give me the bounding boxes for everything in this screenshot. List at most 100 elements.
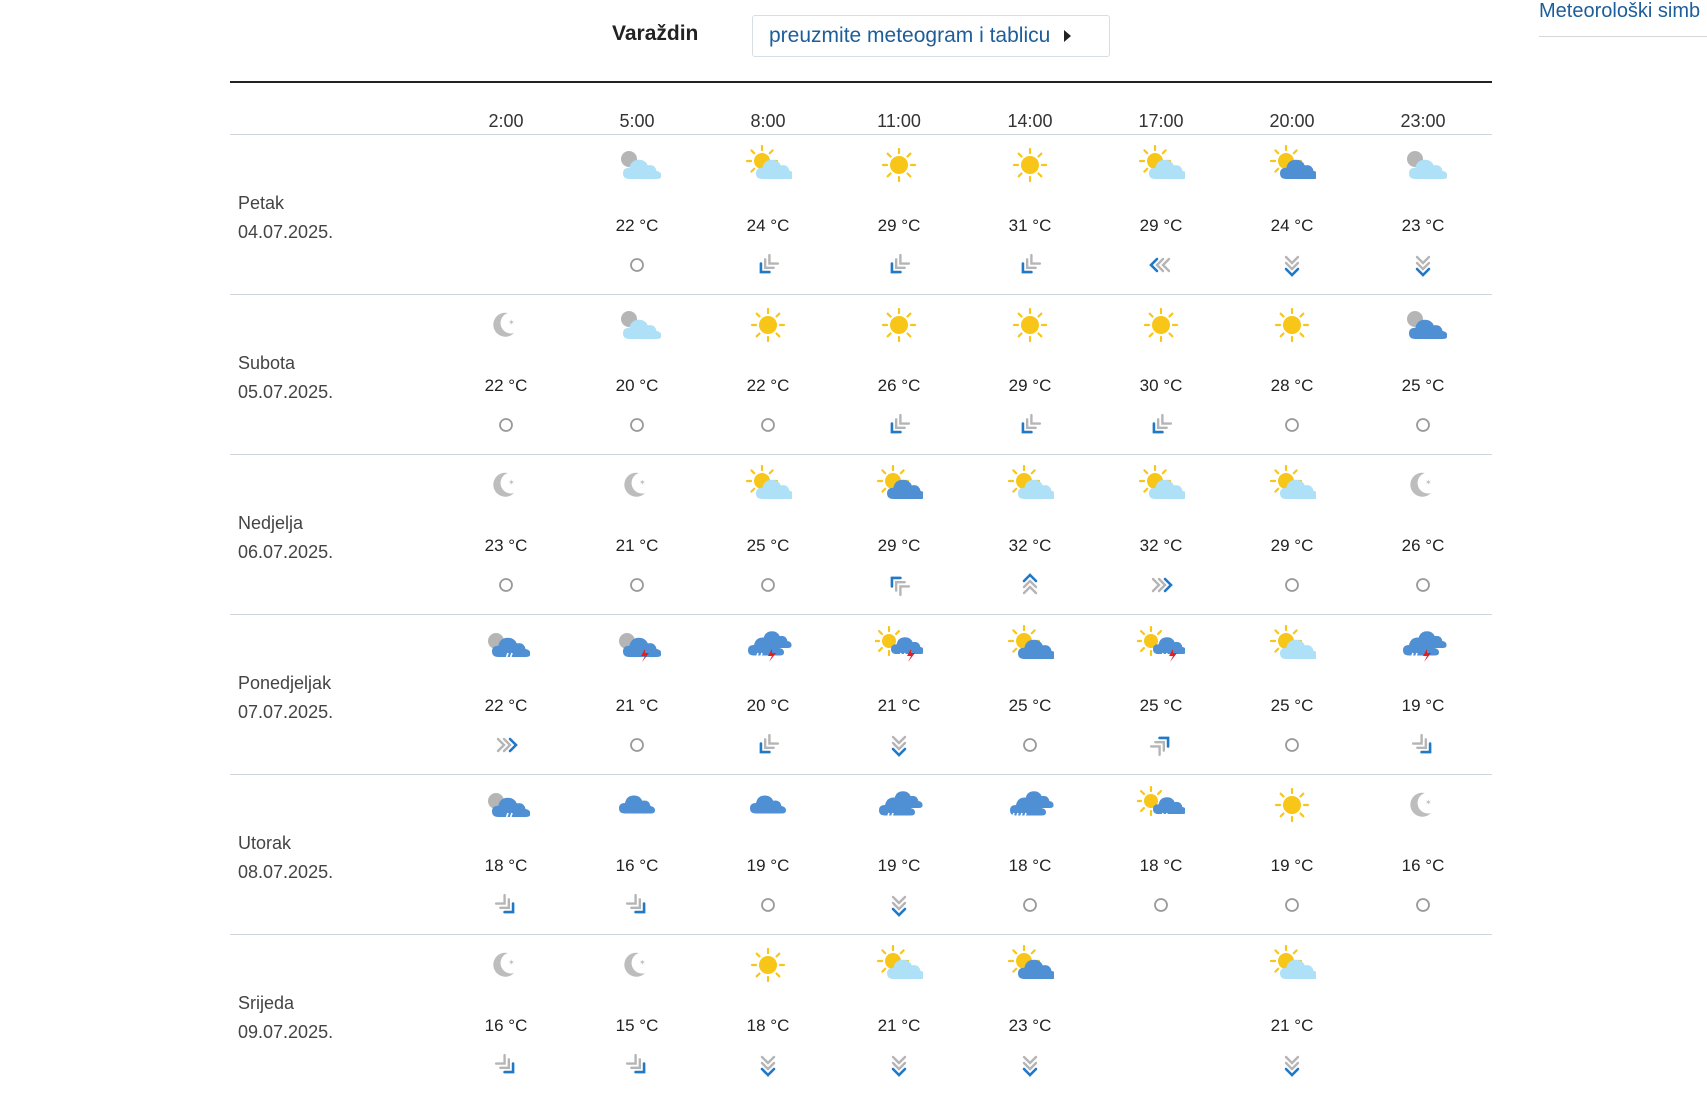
wind-direction-icon: [1147, 731, 1175, 759]
day-name: Srijeda: [238, 993, 295, 1013]
temperature: 23 °C: [1008, 1016, 1052, 1035]
temperature: 21 °C: [1270, 1016, 1314, 1035]
temperature: 31 °C: [1008, 216, 1052, 235]
forecast-cell: 30 °C: [1106, 295, 1216, 455]
temperature: 23 °C: [1401, 216, 1445, 235]
calm-wind-icon: [1278, 891, 1306, 919]
svg-text:✶: ✶: [508, 318, 515, 327]
temperature: 29 °C: [877, 536, 921, 555]
wind-direction-icon: [492, 891, 520, 919]
forecast-cell: 21 °C: [1237, 935, 1347, 1095]
forecast-cell: 20 °C: [582, 295, 692, 455]
temperature: 22 °C: [484, 376, 528, 395]
moon-icon: ✶: [613, 465, 661, 505]
forecast-cell: ✶ 26 °C: [1368, 455, 1478, 615]
calm-wind-icon: [1409, 411, 1437, 439]
time-header: 20:00: [1269, 111, 1315, 131]
temperature: 29 °C: [1270, 536, 1314, 555]
thunderstorm-icon: [744, 625, 792, 665]
forecast-cell: 32 °C: [975, 455, 1085, 615]
meteorological-symbols-link[interactable]: Meteorološki simb: [1539, 0, 1700, 23]
sun-light-cloud-icon: [1137, 144, 1188, 185]
forecast-cell: 18 °C: [1106, 775, 1216, 935]
wind-direction-icon: [1016, 571, 1044, 599]
moon-icon: ✶: [482, 945, 530, 985]
day-label: Utorak 08.07.2025.: [238, 829, 333, 887]
moon-icon: ✶: [1399, 465, 1447, 505]
wind-direction-icon: [623, 1051, 651, 1079]
download-meteogram-label: preuzmite meteogram i tablicu: [769, 24, 1051, 47]
forecast-cell: 29 °C: [1237, 455, 1347, 615]
wind-direction-icon: [492, 731, 520, 759]
sun-light-cloud-icon: [1268, 624, 1319, 665]
time-header: 17:00: [1138, 111, 1184, 131]
play-arrow-icon: [1064, 30, 1072, 42]
temperature: 18 °C: [746, 1016, 790, 1035]
temperature: 26 °C: [877, 376, 921, 395]
calm-wind-icon: [623, 731, 651, 759]
wind-direction-icon: [885, 411, 913, 439]
calm-wind-icon: [754, 571, 782, 599]
day-date: 05.07.2025.: [238, 382, 334, 402]
forecast-cell: 25 °C: [1237, 615, 1347, 775]
sun-icon: [1006, 305, 1054, 345]
night-rain-icon: [482, 625, 531, 665]
calm-wind-icon: [1016, 891, 1044, 919]
calm-wind-icon: [754, 891, 782, 919]
wind-direction-icon: [885, 571, 913, 599]
wind-direction-icon: [885, 1051, 913, 1079]
temperature: 32 °C: [1139, 536, 1183, 555]
sun-icon: [1268, 305, 1316, 345]
temperature: 16 °C: [484, 1016, 528, 1035]
wind-direction-icon: [1016, 251, 1044, 279]
time-header: 5:00: [619, 111, 655, 131]
time-header: 11:00: [877, 111, 921, 131]
moon-icon: ✶: [482, 305, 530, 345]
temperature: 22 °C: [484, 696, 528, 715]
time-header: 2:00: [488, 111, 524, 131]
day-label: Nedjelja 06.07.2025.: [238, 509, 333, 567]
night-rain-icon: [482, 785, 531, 825]
temperature: 18 °C: [1139, 856, 1183, 875]
temperature: 26 °C: [1401, 536, 1445, 555]
temperature: 24 °C: [1270, 216, 1314, 235]
forecast-header: Varaždin preuzmite meteogram i tablicu M…: [0, 0, 1707, 75]
temperature: 25 °C: [1139, 696, 1183, 715]
sun-light-cloud-icon: [1006, 464, 1057, 505]
forecast-cell: 29 °C: [975, 295, 1085, 455]
sun-icon: [875, 305, 923, 345]
forecast-day-row: Utorak 08.07.2025. 18 °C 16 °C 19 °C 19 °C …: [230, 775, 1492, 935]
night-partly-cloudy-icon: [1399, 145, 1448, 185]
forecast-cell: ✶ 21 °C: [582, 455, 692, 615]
forecast-cell: 31 °C: [975, 135, 1085, 295]
temperature: 22 °C: [615, 216, 659, 235]
forecast-cell: 25 °C: [1106, 615, 1216, 775]
cloud-icon: [613, 785, 661, 825]
sun-dark-cloud-icon: [1006, 624, 1057, 665]
sun-thunderstorm-icon: [1135, 625, 1187, 665]
sun-light-cloud-icon: [1268, 464, 1319, 505]
sun-light-cloud-icon: [744, 464, 795, 505]
temperature: 19 °C: [1401, 696, 1445, 715]
forecast-cell: 19 °C: [1237, 775, 1347, 935]
calm-wind-icon: [623, 571, 651, 599]
forecast-cell: ✶ 23 °C: [451, 455, 561, 615]
download-meteogram-button[interactable]: preuzmite meteogram i tablicu: [752, 15, 1110, 57]
temperature: 25 °C: [746, 536, 790, 555]
day-label: Petak 04.07.2025.: [238, 189, 333, 247]
forecast-cell: ✶ 16 °C: [451, 935, 561, 1095]
forecast-cell: 18 °C: [451, 775, 561, 935]
svg-text:✶: ✶: [1425, 798, 1432, 807]
calm-wind-icon: [1409, 571, 1437, 599]
temperature: 21 °C: [877, 696, 921, 715]
moon-icon: ✶: [482, 465, 530, 505]
thunderstorm-icon: [1399, 625, 1447, 665]
moon-icon: ✶: [613, 945, 661, 985]
sun-thunderstorm-icon: [873, 625, 925, 665]
forecast-cell: 18 °C: [975, 775, 1085, 935]
temperature: 18 °C: [1008, 856, 1052, 875]
calm-wind-icon: [1147, 891, 1175, 919]
day-name: Utorak: [238, 833, 292, 853]
temperature: 21 °C: [877, 1016, 921, 1035]
day-date: 06.07.2025.: [238, 542, 334, 562]
